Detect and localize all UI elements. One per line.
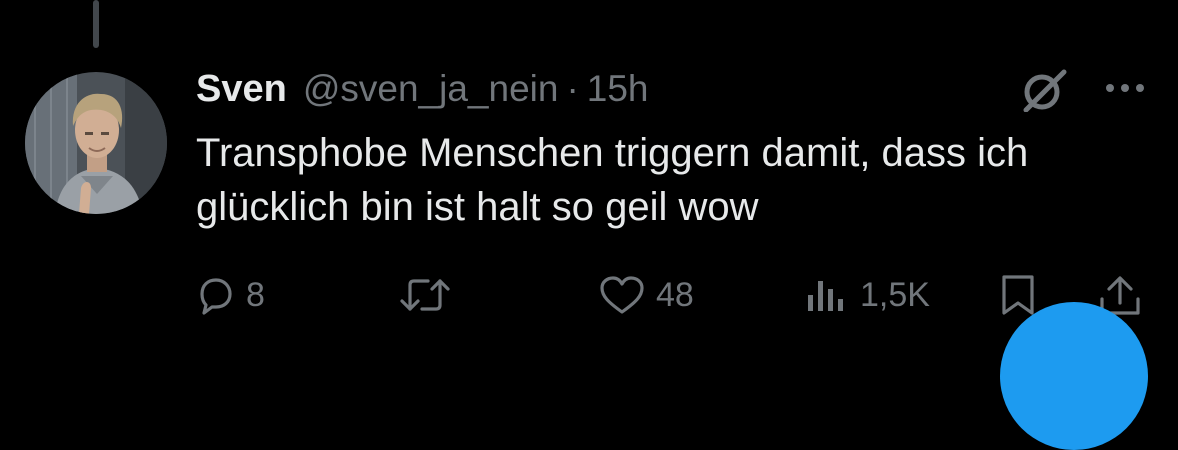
avatar[interactable] — [25, 72, 167, 214]
grok-icon[interactable] — [1016, 68, 1072, 113]
author-name[interactable]: Sven — [196, 68, 287, 111]
like-button[interactable]: 48 — [598, 270, 694, 320]
reply-button[interactable]: 8 — [196, 270, 265, 320]
bookmark-icon — [1002, 275, 1034, 315]
like-count: 48 — [656, 275, 694, 314]
like-icon — [600, 276, 644, 314]
tweet-timestamp[interactable]: 15h — [587, 68, 649, 110]
more-icon[interactable] — [1100, 72, 1150, 104]
tweet-text: Transphobe Menschen triggern damit, dass… — [196, 131, 1029, 229]
views-button[interactable]: 1,5K — [804, 270, 930, 320]
retweet-icon — [400, 279, 450, 311]
tweet-header: Sven @sven_ja_nein · 15h — [196, 64, 649, 114]
thread-connector-line — [93, 0, 99, 48]
avatar-image — [25, 72, 167, 214]
compose-fab-button[interactable] — [1000, 302, 1148, 450]
author-handle[interactable]: @sven_ja_nein — [303, 68, 559, 110]
separator-dot: · — [566, 68, 579, 109]
reply-icon — [200, 278, 232, 315]
views-icon — [808, 281, 843, 311]
retweet-button[interactable] — [398, 270, 462, 320]
view-count: 1,5K — [860, 275, 930, 314]
reply-count: 8 — [246, 275, 265, 314]
